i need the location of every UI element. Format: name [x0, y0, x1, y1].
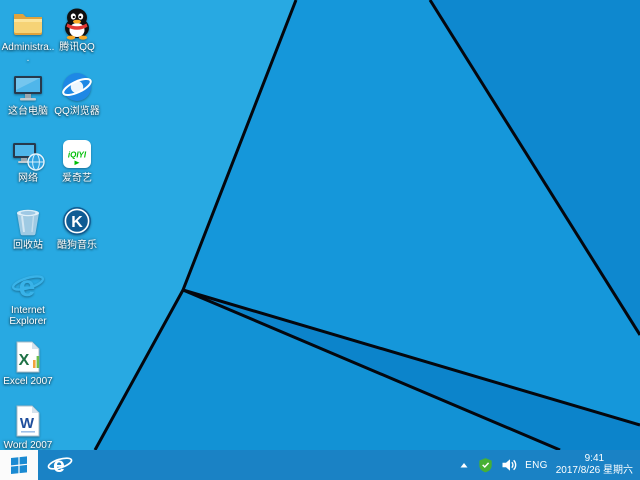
computer-icon: [11, 70, 45, 104]
desktop-icon-administrator[interactable]: Administra...: [1, 6, 55, 64]
desktop-icon-label: 这台电脑: [1, 106, 55, 117]
desktop-icon-label: Administra...: [1, 42, 55, 64]
language-indicator[interactable]: ENG: [525, 460, 548, 471]
folder-icon: [11, 6, 45, 40]
desktop-icon-label: 网络: [1, 173, 55, 184]
iqiyi-icon: iQIYI: [60, 137, 94, 171]
windows-flag-icon: [10, 456, 28, 474]
antivirus-shield-icon[interactable]: [478, 457, 493, 473]
desktop-icon-qq-browser[interactable]: QQ浏览器: [50, 70, 104, 117]
desktop-icon-label: 回收站: [1, 240, 55, 251]
taskbar: e ENG 9:41 2017/8/26 星期六: [0, 450, 640, 480]
qq-penguin-icon: [60, 6, 94, 40]
desktop-icon-qq[interactable]: 腾讯QQ: [50, 6, 104, 53]
qq-browser-icon: [60, 70, 94, 104]
internet-explorer-icon: e: [47, 452, 73, 478]
desktop-icon-label: 酷狗音乐: [50, 240, 104, 251]
clock-date: 2017/8/26 星期六: [556, 465, 633, 477]
excel-letter: X: [19, 352, 30, 369]
desktop-icon-label: 爱奇艺: [50, 173, 104, 184]
desktop-icon-excel[interactable]: X Excel 2007: [1, 340, 55, 387]
tray-clock[interactable]: 9:41 2017/8/26 星期六: [556, 453, 633, 477]
hidden-icons-chevron-icon[interactable]: [458, 459, 470, 471]
excel-icon: X: [11, 340, 45, 374]
desktop-icon-iqiyi[interactable]: iQIYI 爱奇艺: [50, 137, 104, 184]
start-button[interactable]: [0, 450, 38, 480]
word-letter: W: [20, 415, 35, 432]
desktop-icon-word[interactable]: W Word 2007: [1, 404, 55, 450]
desktop-icon-this-pc[interactable]: 这台电脑: [1, 70, 55, 117]
desktop-icon-label: 腾讯QQ: [50, 42, 104, 53]
windows-desktop-screen: Administra... 这台电脑 网络: [0, 0, 640, 480]
word-icon: W: [11, 404, 45, 438]
desktop-icon-label: QQ浏览器: [50, 106, 104, 117]
kugou-letter: K: [71, 214, 83, 231]
desktop-icon-label: Excel 2007: [1, 376, 55, 387]
desktop-icon-label: Internet Explorer: [1, 305, 55, 327]
desktop-icon-network[interactable]: 网络: [1, 137, 55, 184]
desktop-icon-recycle-bin[interactable]: 回收站: [1, 204, 55, 251]
ie-letter: e: [53, 454, 65, 477]
internet-explorer-icon: e: [11, 269, 45, 303]
kugou-icon: K: [60, 204, 94, 238]
desktop-area[interactable]: Administra... 这台电脑 网络: [0, 0, 640, 450]
iqiyi-wordmark: iQIYI: [68, 151, 87, 160]
desktop-icon-label: Word 2007: [1, 440, 55, 450]
desktop-icon-internet-explorer[interactable]: e Internet Explorer: [1, 269, 55, 327]
network-icon: [11, 137, 45, 171]
volume-icon[interactable]: [501, 457, 517, 473]
recycle-bin-icon: [11, 204, 45, 238]
system-tray: ENG 9:41 2017/8/26 星期六: [458, 453, 640, 477]
clock-time: 9:41: [556, 453, 633, 465]
desktop-icon-kugou[interactable]: K 酷狗音乐: [50, 204, 104, 251]
taskbar-ie-button[interactable]: e: [43, 450, 77, 480]
